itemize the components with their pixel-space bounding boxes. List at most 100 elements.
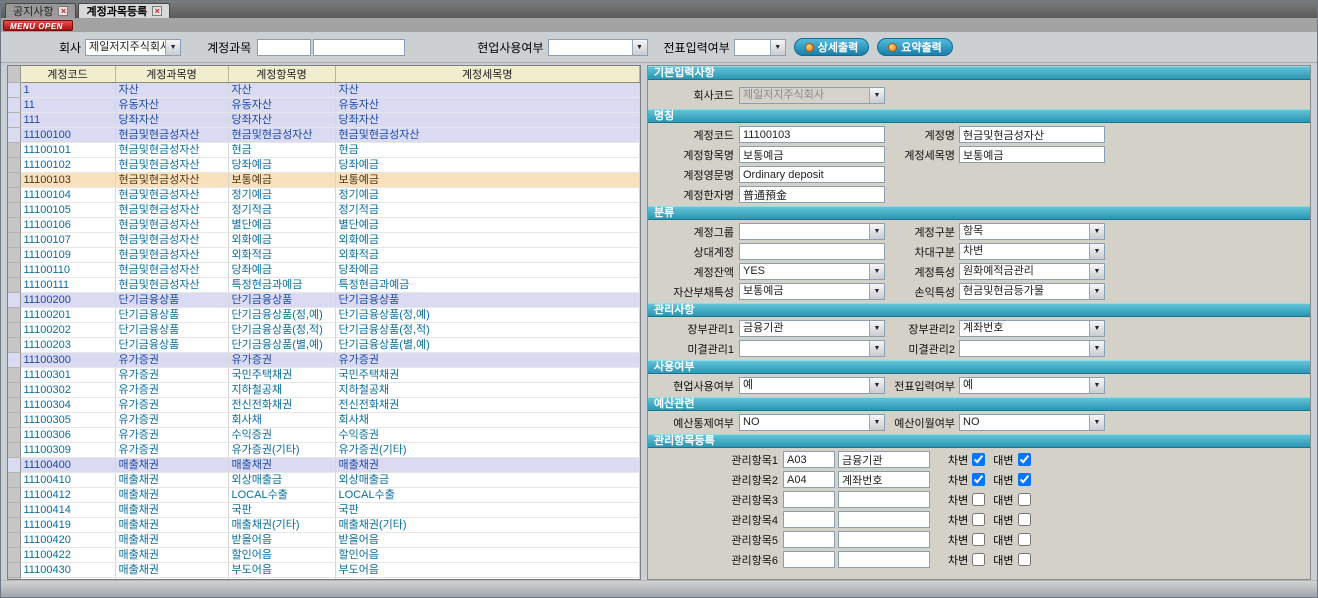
row-selector[interactable]	[8, 188, 20, 203]
table-row[interactable]: 11100111현금및현금성자산특정현금과예금특정현금과예금	[8, 278, 640, 293]
table-row[interactable]: 11100300유가증권유가증권유가증권	[8, 353, 640, 368]
menu-open-button[interactable]: MENU OPEN	[3, 20, 73, 31]
table-row[interactable]: 11100109현금및현금성자산외화적금외화적금	[8, 248, 640, 263]
detail-print-button[interactable]: 상세출력	[794, 38, 869, 56]
table-row[interactable]: 11100422매출채권할인어음할인어음	[8, 548, 640, 563]
mgmt-item-name-input[interactable]	[838, 471, 930, 488]
account-balance-select[interactable]: YES▼	[739, 263, 885, 280]
debit-checkbox[interactable]	[972, 513, 985, 526]
mgmt-item-name-input[interactable]	[838, 551, 930, 568]
row-selector[interactable]	[8, 98, 20, 113]
mgmt-item-name-input[interactable]	[838, 511, 930, 528]
column-header[interactable]: 계정과목명	[115, 66, 228, 83]
table-row[interactable]: 11100103현금및현금성자산보통예금보통예금	[8, 173, 640, 188]
debit-checkbox[interactable]	[972, 473, 985, 486]
asset-liability-trait-select[interactable]: 보통예금▼	[739, 283, 885, 300]
row-selector[interactable]	[8, 203, 20, 218]
english-name-input[interactable]	[739, 166, 885, 183]
credit-checkbox[interactable]	[1018, 513, 1031, 526]
budget-carryover-select[interactable]: NO▼	[959, 414, 1105, 431]
table-row[interactable]: 1자산자산자산	[8, 83, 640, 98]
debit-checkbox[interactable]	[972, 453, 985, 466]
table-row[interactable]: 11100306유가증권수익증권수익증권	[8, 428, 640, 443]
debit-checkbox[interactable]	[972, 553, 985, 566]
row-selector[interactable]	[8, 533, 20, 548]
pending-mgmt2-select[interactable]: ▼	[959, 340, 1105, 357]
row-selector[interactable]	[8, 383, 20, 398]
pending-mgmt1-select[interactable]: ▼	[739, 340, 885, 357]
account-name-input[interactable]	[959, 126, 1105, 143]
account-code-input[interactable]	[739, 126, 885, 143]
row-selector[interactable]	[8, 278, 20, 293]
row-selector[interactable]	[8, 158, 20, 173]
detail-name-input[interactable]	[959, 146, 1105, 163]
table-row[interactable]: 11100420매출채권받을어음받을어음	[8, 533, 640, 548]
hanja-name-input[interactable]	[739, 186, 885, 203]
mgmt-item-code-input[interactable]	[783, 491, 835, 508]
table-row[interactable]: 11유동자산유동자산유동자산	[8, 98, 640, 113]
credit-checkbox[interactable]	[1018, 453, 1031, 466]
mgmt-item-name-input[interactable]	[838, 491, 930, 508]
row-selector[interactable]	[8, 473, 20, 488]
company-select[interactable]: 제일저지주식회사 ▼	[85, 39, 181, 56]
account-name-search-input[interactable]	[313, 39, 405, 56]
item-name-input[interactable]	[739, 146, 885, 163]
table-row[interactable]: 11100400매출채권매출채권매출채권	[8, 458, 640, 473]
table-row[interactable]: 11100102현금및현금성자산당좌예금당좌예금	[8, 158, 640, 173]
table-row[interactable]: 11100105현금및현금성자산정기적금정기적금	[8, 203, 640, 218]
row-selector[interactable]	[8, 488, 20, 503]
row-selector[interactable]	[8, 398, 20, 413]
table-row[interactable]: 11100419매출채권매출채권(기타)매출채권(기타)	[8, 518, 640, 533]
row-selector[interactable]	[8, 518, 20, 533]
column-header[interactable]: 계정코드	[20, 66, 115, 83]
debit-checkbox[interactable]	[972, 533, 985, 546]
table-row[interactable]: 11100302유가증권지하철공채지하철공채	[8, 383, 640, 398]
ledger-mgmt2-select[interactable]: 계좌번호▼	[959, 320, 1105, 337]
field-use-select[interactable]: 예▼	[739, 377, 885, 394]
mgmt-item-code-input[interactable]	[783, 511, 835, 528]
close-icon[interactable]: ×	[152, 6, 162, 16]
budget-control-select[interactable]: NO▼	[739, 414, 885, 431]
row-selector[interactable]	[8, 503, 20, 518]
row-selector[interactable]	[8, 428, 20, 443]
mgmt-item-code-input[interactable]	[783, 531, 835, 548]
mgmt-item-code-input[interactable]	[783, 471, 835, 488]
account-division-select[interactable]: 항목▼	[959, 223, 1105, 240]
credit-checkbox[interactable]	[1018, 493, 1031, 506]
table-row[interactable]: 111당좌자산당좌자산당좌자산	[8, 113, 640, 128]
close-icon[interactable]: ×	[58, 6, 68, 16]
row-selector[interactable]	[8, 83, 20, 98]
tab-account-registration[interactable]: 계정과목등록 ×	[78, 3, 170, 18]
row-selector[interactable]	[8, 173, 20, 188]
row-selector[interactable]	[8, 248, 20, 263]
row-selector[interactable]	[8, 143, 20, 158]
table-row[interactable]: 11100101현금및현금성자산현금현금	[8, 143, 640, 158]
table-row[interactable]: 11100107현금및현금성자산외화예금외화예금	[8, 233, 640, 248]
row-selector[interactable]	[8, 293, 20, 308]
table-row[interactable]: 11100414매출채권국판국판	[8, 503, 640, 518]
debit-credit-division-select[interactable]: 차변▼	[959, 243, 1105, 260]
table-row[interactable]: 11100201단기금융상품단기금융상품(정,예)단기금융상품(정,예)	[8, 308, 640, 323]
column-header[interactable]: 계정항목명	[228, 66, 335, 83]
table-row[interactable]: 11100304유가증권전신전화채권전신전화채권	[8, 398, 640, 413]
table-row[interactable]: 11100100현금및현금성자산현금및현금성자산현금및현금성자산	[8, 128, 640, 143]
counter-account-input[interactable]	[739, 243, 885, 260]
tab-notice[interactable]: 공지사항 ×	[5, 3, 76, 18]
row-selector[interactable]	[8, 353, 20, 368]
account-trait-select[interactable]: 원화예적금관리▼	[959, 263, 1105, 280]
table-row[interactable]: 11100200단기금융상품단기금융상품단기금융상품	[8, 293, 640, 308]
row-selector[interactable]	[8, 308, 20, 323]
table-row[interactable]: 11100412매출채권LOCAL수출LOCAL수출	[8, 488, 640, 503]
row-selector[interactable]	[8, 323, 20, 338]
row-selector[interactable]	[8, 368, 20, 383]
row-selector[interactable]	[8, 413, 20, 428]
table-row[interactable]: 11100430매출채권부도어음부도어음	[8, 563, 640, 578]
table-row[interactable]: 11100106현금및현금성자산별단예금별단예금	[8, 218, 640, 233]
row-selector[interactable]	[8, 218, 20, 233]
profit-loss-trait-select[interactable]: 현금및현금등가물▼	[959, 283, 1105, 300]
account-code-search-input[interactable]	[257, 39, 311, 56]
mgmt-item-code-input[interactable]	[783, 451, 835, 468]
mgmt-item-name-input[interactable]	[838, 531, 930, 548]
mgmt-item-code-input[interactable]	[783, 551, 835, 568]
row-selector[interactable]	[8, 443, 20, 458]
